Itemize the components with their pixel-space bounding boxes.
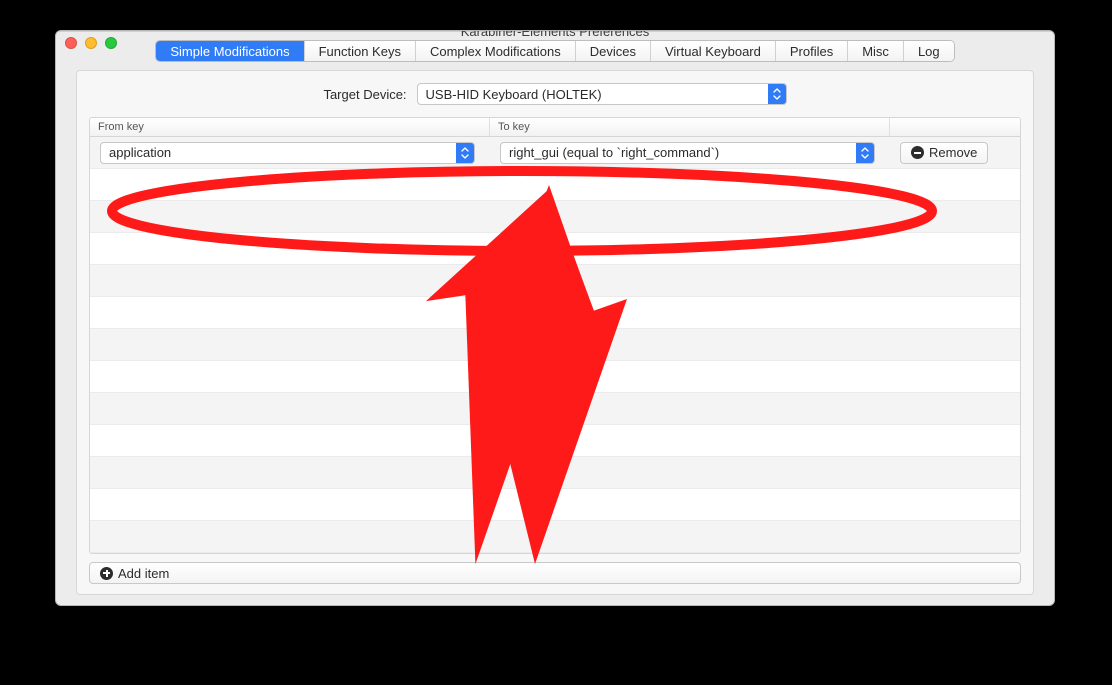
tab-profiles[interactable]: Profiles	[776, 41, 848, 61]
remove-label: Remove	[929, 145, 977, 160]
to-key-select[interactable]: right_gui (equal to `right_command`)	[500, 142, 875, 164]
tab-simple-modifications[interactable]: Simple Modifications	[156, 41, 304, 61]
target-device-label: Target Device:	[323, 87, 406, 102]
add-item-label: Add item	[118, 566, 169, 581]
minus-icon	[911, 146, 924, 159]
zoom-icon[interactable]	[105, 37, 117, 49]
content-panel: Target Device: USB-HID Keyboard (HOLTEK)…	[76, 70, 1034, 595]
column-from: From key	[90, 118, 490, 136]
tab-log[interactable]: Log	[904, 41, 954, 61]
tab-devices[interactable]: Devices	[576, 41, 651, 61]
table-row-empty	[90, 265, 1020, 297]
remove-button[interactable]: Remove	[900, 142, 988, 164]
table-row-empty	[90, 329, 1020, 361]
minimize-icon[interactable]	[85, 37, 97, 49]
chevron-up-down-icon	[768, 84, 786, 104]
window-controls	[65, 37, 117, 49]
tab-function-keys[interactable]: Function Keys	[305, 41, 416, 61]
table-row-empty	[90, 201, 1020, 233]
table-row: application right_gui (equal to `right_co…	[90, 137, 1020, 169]
table-row-empty	[90, 169, 1020, 201]
table-row-empty	[90, 233, 1020, 265]
table-header: From key To key	[90, 118, 1020, 137]
from-key-select[interactable]: application	[100, 142, 475, 164]
target-device-value: USB-HID Keyboard (HOLTEK)	[418, 87, 768, 102]
table-row-empty	[90, 297, 1020, 329]
modifications-table: From key To key application right_gui (eq…	[89, 117, 1021, 554]
titlebar: Karabiner-Elements Preferences	[56, 31, 1054, 32]
table-row-empty	[90, 393, 1020, 425]
add-item-button[interactable]: Add item	[89, 562, 1021, 584]
chevron-up-down-icon	[456, 143, 474, 163]
target-device-row: Target Device: USB-HID Keyboard (HOLTEK)	[89, 83, 1021, 105]
tab-misc[interactable]: Misc	[848, 41, 904, 61]
tab-virtual-keyboard[interactable]: Virtual Keyboard	[651, 41, 776, 61]
select-value: right_gui (equal to `right_command`)	[501, 145, 856, 160]
column-actions	[890, 118, 1020, 136]
column-to: To key	[490, 118, 890, 136]
tab-complex-modifications[interactable]: Complex Modifications	[416, 41, 576, 61]
close-icon[interactable]	[65, 37, 77, 49]
table-row-empty	[90, 457, 1020, 489]
table-row-empty	[90, 521, 1020, 553]
plus-icon	[100, 567, 113, 580]
target-device-select[interactable]: USB-HID Keyboard (HOLTEK)	[417, 83, 787, 105]
preferences-window: Karabiner-Elements Preferences Simple Mo…	[55, 30, 1055, 606]
table-row-empty	[90, 361, 1020, 393]
table-row-empty	[90, 489, 1020, 521]
window-title: Karabiner-Elements Preferences	[56, 30, 1054, 39]
select-value: application	[101, 145, 456, 160]
table-row-empty	[90, 425, 1020, 457]
chevron-up-down-icon	[856, 143, 874, 163]
